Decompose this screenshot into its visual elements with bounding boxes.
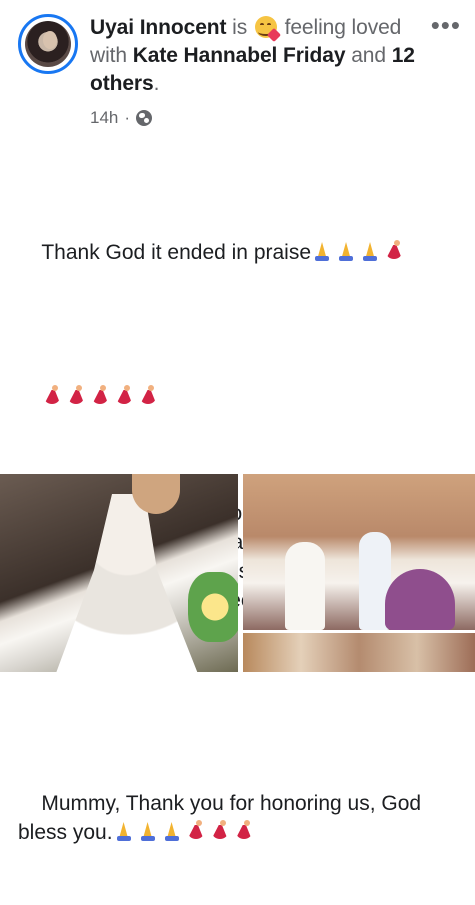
emoji-row-2 xyxy=(41,385,159,407)
photo-main[interactable] xyxy=(0,474,238,672)
dancer-icon xyxy=(137,385,159,407)
dancer-icon xyxy=(185,820,207,842)
emoji-row-1 xyxy=(311,240,405,262)
post-meta: 14h · xyxy=(90,108,153,128)
praying-hands-icon xyxy=(311,240,333,262)
and-text: and xyxy=(351,44,386,67)
thanks-text: Thank God it ended in praise xyxy=(41,241,312,264)
praying-hands-icon xyxy=(161,820,183,842)
post-time[interactable]: 14h xyxy=(90,108,118,128)
photo-grid xyxy=(0,474,475,672)
closing-paragraph: Mummy, Thank you for honoring us, God bl… xyxy=(18,760,463,876)
tagged-person[interactable]: Kate Hannabel Friday xyxy=(133,44,346,67)
post-line-1: Thank God it ended in praise xyxy=(18,209,463,296)
photo-top-right[interactable] xyxy=(243,474,475,630)
dancer-icon xyxy=(233,820,255,842)
praying-hands-icon xyxy=(359,240,381,262)
dancer-icon xyxy=(65,385,87,407)
dancer-icon xyxy=(89,385,111,407)
is-text: is xyxy=(232,16,248,39)
post-line-2 xyxy=(18,354,463,441)
separator-dot: · xyxy=(124,108,131,127)
person-image xyxy=(285,542,325,630)
photo-background xyxy=(243,633,475,672)
author-name[interactable]: Uyai Innocent xyxy=(90,16,226,39)
post-header: Uyai Innocent is feeling loved with Kate… xyxy=(0,0,475,140)
dancer-icon xyxy=(41,385,63,407)
globe-icon[interactable] xyxy=(136,110,153,126)
headline-period: . xyxy=(153,72,160,95)
feeling-prefix: feeling xyxy=(284,16,346,39)
more-options-button[interactable]: ••• xyxy=(431,10,461,41)
person-image xyxy=(385,569,455,630)
smiling-face-with-hearts-icon xyxy=(254,16,281,43)
emoji-row-3 xyxy=(113,820,255,842)
avatar[interactable] xyxy=(18,14,78,74)
praying-hands-icon xyxy=(113,820,135,842)
dancer-icon xyxy=(209,820,231,842)
avatar-image xyxy=(25,21,71,67)
praying-hands-icon xyxy=(137,820,159,842)
photo-bottom-right[interactable] xyxy=(243,633,475,672)
dancer-icon xyxy=(113,385,135,407)
post-headline: Uyai Innocent is feeling loved with Kate… xyxy=(90,14,420,98)
dancer-icon xyxy=(383,240,405,262)
praying-hands-icon xyxy=(335,240,357,262)
bouquet-image xyxy=(188,572,238,642)
